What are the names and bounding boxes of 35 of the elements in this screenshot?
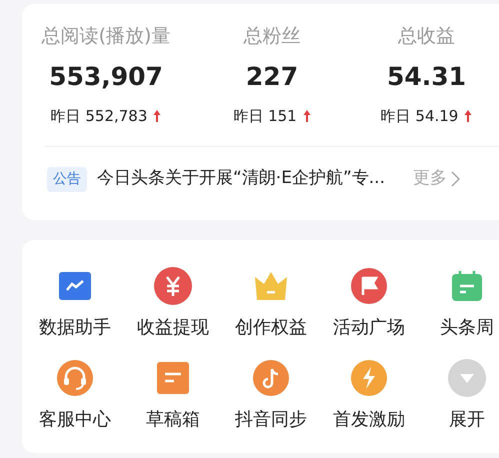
tool-item[interactable]: 收益提现 bbox=[124, 266, 222, 340]
tool-item[interactable]: 客服中心 bbox=[26, 358, 124, 432]
lightning-icon bbox=[351, 360, 387, 396]
up-arrow-icon bbox=[153, 109, 162, 123]
notice-tag: 公告 bbox=[47, 166, 87, 192]
stat-label: 总粉丝 bbox=[244, 24, 300, 48]
calendar-icon bbox=[451, 270, 483, 302]
stat-label: 总阅读(播放)量 bbox=[42, 24, 170, 48]
tool-item[interactable]: 数据助手 bbox=[26, 266, 124, 340]
yesterday-value: 昨日 552,783 bbox=[50, 106, 148, 126]
stat-label: 总收益 bbox=[398, 24, 455, 48]
chart-icon bbox=[58, 271, 92, 301]
tool-item[interactable]: 创作权益 bbox=[222, 266, 320, 340]
yesterday-value: 昨日 151 bbox=[233, 106, 297, 126]
tool-item[interactable]: 头条周 bbox=[418, 266, 499, 340]
stat-value: 54.31 bbox=[386, 61, 466, 93]
expand-icon bbox=[448, 359, 486, 397]
headset-icon bbox=[57, 360, 93, 396]
tool-item[interactable]: 展开 bbox=[418, 358, 499, 432]
tool-item[interactable]: 抖音同步 bbox=[222, 358, 320, 432]
crown-icon bbox=[254, 271, 288, 301]
stat-value: 553,907 bbox=[49, 61, 163, 93]
tool-item[interactable]: 草稿箱 bbox=[124, 358, 222, 432]
yesterday-value: 昨日 54.19 bbox=[380, 106, 458, 126]
up-arrow-icon bbox=[302, 109, 311, 123]
flag-icon bbox=[351, 268, 387, 304]
tool-item[interactable]: 活动广场 bbox=[320, 266, 418, 340]
music-note-icon bbox=[253, 360, 289, 396]
yen-icon bbox=[154, 267, 192, 305]
stat-value: 227 bbox=[246, 61, 298, 93]
chevron-right-icon bbox=[450, 171, 460, 187]
tool-item[interactable]: 首发激励 bbox=[320, 358, 418, 432]
document-icon bbox=[157, 362, 189, 394]
up-arrow-icon bbox=[464, 109, 472, 123]
notice-text[interactable]: 今日头条关于开展“清朗·E企护航”专... bbox=[97, 166, 385, 192]
